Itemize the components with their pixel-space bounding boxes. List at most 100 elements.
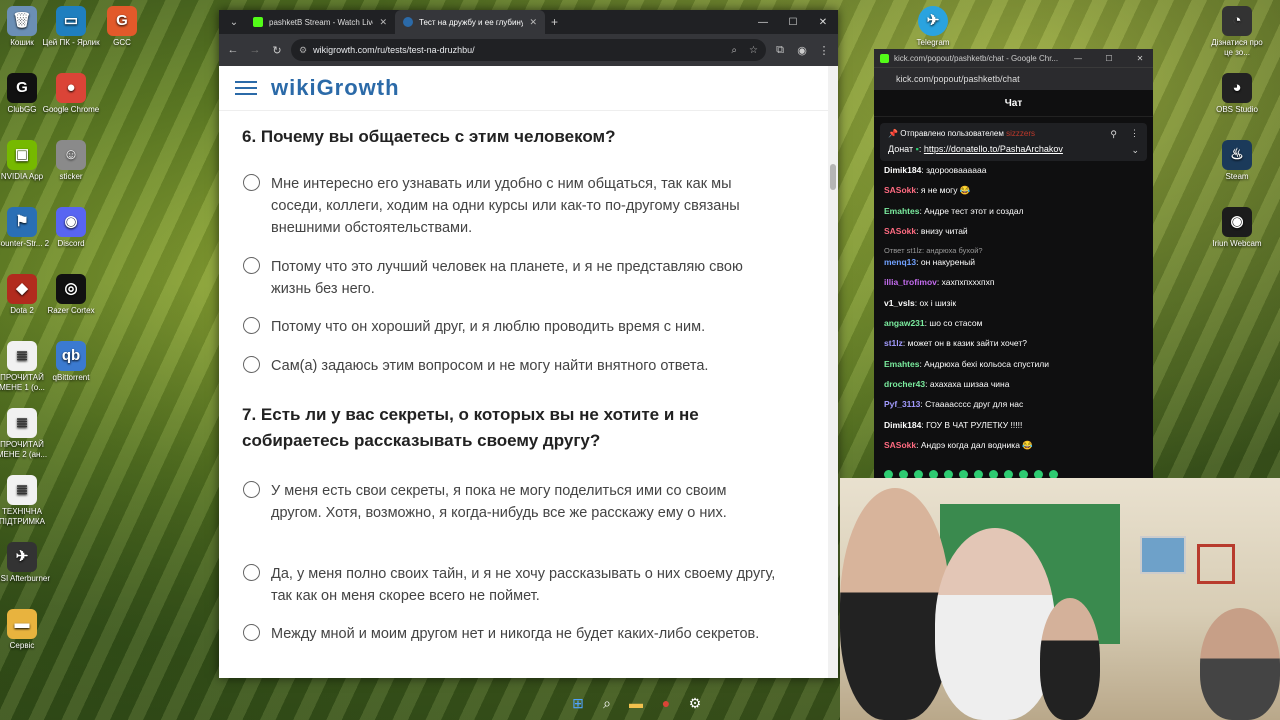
chat-username[interactable]: drocher43 xyxy=(884,379,925,389)
radio-button[interactable] xyxy=(243,564,260,581)
minimize-button[interactable]: — xyxy=(748,10,778,34)
chat-username[interactable]: st1lz xyxy=(884,338,903,348)
forward-button[interactable]: → xyxy=(247,44,263,56)
chat-username[interactable]: Dimik184 xyxy=(884,165,921,175)
app-icon: ≣ xyxy=(7,341,37,371)
chevron-down-icon[interactable]: ⌄ xyxy=(1131,145,1139,156)
zoom-icon[interactable]: ⌕ xyxy=(731,45,737,56)
person-back xyxy=(1040,598,1100,720)
desktop-icon[interactable]: ≣ ПРОЧИТАЙ МЕНЕ 2 (ан... xyxy=(0,408,52,460)
radio-button[interactable] xyxy=(243,481,260,498)
radio-button[interactable] xyxy=(243,174,260,191)
desktop-icon[interactable]: ≣ ТЕХНІЧНА ПІДТРИМКА xyxy=(0,475,52,527)
desktop-icon[interactable]: ● Google Chrome xyxy=(41,73,101,115)
menu-icon[interactable]: ⋮ xyxy=(816,44,832,57)
answer-option[interactable]: У меня есть свои секреты, я пока не могу… xyxy=(243,480,781,524)
desktop-icon[interactable]: ☺ sticker xyxy=(41,140,101,182)
page-scrollbar[interactable] xyxy=(828,66,838,678)
chat-address-bar[interactable]: kick.com/popout/pashketb/chat xyxy=(874,67,1153,90)
desktop-icon[interactable]: ◉ Discord xyxy=(41,207,101,249)
desktop-icon[interactable]: ◕ OBS Studio xyxy=(1207,73,1267,115)
radio-button[interactable] xyxy=(243,356,260,373)
chat-username[interactable]: Dimik184 xyxy=(884,420,921,430)
chat-username[interactable]: Emahtes xyxy=(884,206,919,216)
extensions-icon[interactable]: ⧉ xyxy=(772,44,788,57)
address-toolbar: ← → ↻ ⚙ wikigrowth.com/ru/tests/test-na-… xyxy=(219,34,838,66)
tab-friendship-test[interactable]: Тест на дружбу и ее глубину ✕ xyxy=(395,10,545,34)
close-window-button[interactable]: ✕ xyxy=(808,10,838,34)
radio-button[interactable] xyxy=(243,257,260,274)
chat-username[interactable]: Emahtes xyxy=(884,359,919,369)
chat-username[interactable]: illia_trofimov xyxy=(884,277,937,287)
app-taskbar-icon[interactable]: ⚙ xyxy=(684,692,706,714)
site-header: wikiGrowth xyxy=(219,66,828,111)
desktop-icon[interactable]: ◎ Razer Cortex xyxy=(41,274,101,316)
answer-option[interactable]: Потому что он хороший друг, и я люблю пр… xyxy=(243,316,781,338)
answer-option[interactable]: Да, у меня полно своих тайн, и я не хочу… xyxy=(243,563,781,607)
close-tab-icon[interactable]: ✕ xyxy=(379,17,387,28)
hamburger-menu-icon[interactable] xyxy=(235,77,257,99)
chat-window: kick.com/popout/pashketb/chat - Google C… xyxy=(874,49,1153,479)
answer-option[interactable]: Мне интересно его узнавать или удобно с … xyxy=(243,173,781,239)
gcc-desktop-icon[interactable]: G GCC xyxy=(92,6,152,48)
new-tab-button[interactable]: + xyxy=(551,15,558,29)
chat-username[interactable]: menq13 xyxy=(884,257,916,267)
tab-stream[interactable]: pashketB Stream - Watch Live o ✕ xyxy=(245,10,395,34)
desktop-icon[interactable]: ◉ Iriun Webcam xyxy=(1207,207,1267,249)
telegram-desktop-icon[interactable]: ✈ Telegram xyxy=(903,6,963,48)
desktop-icon[interactable]: qb qBittorrent xyxy=(41,341,101,383)
address-bar[interactable]: ⚙ wikigrowth.com/ru/tests/test-na-druzhb… xyxy=(291,39,766,61)
app-icon: ◕ xyxy=(1222,73,1252,103)
desktop-icon[interactable]: ✈MSI Afterburner xyxy=(0,542,52,584)
desktop-icon[interactable]: ♨ Steam xyxy=(1207,140,1267,182)
site-logo[interactable]: wikiGrowth xyxy=(271,75,400,101)
webcam-feed xyxy=(840,478,1280,720)
tab-search-button[interactable]: ⌄ xyxy=(223,13,245,31)
start-icon[interactable]: ⊞ xyxy=(567,692,589,714)
maximize-button[interactable]: ☐ xyxy=(778,10,808,34)
app-icon: ◆ xyxy=(7,274,37,304)
chat-username[interactable]: angaw231 xyxy=(884,318,925,328)
chat-message: angaw231: шо со стасом xyxy=(884,318,983,329)
search-icon[interactable]: ⌕ xyxy=(596,692,618,714)
answer-option[interactable]: Между мной и моим другом нет и никогда н… xyxy=(243,623,781,645)
desktop-icon[interactable]: ◔ Дізнатися про це зо... xyxy=(1207,6,1267,58)
web-page: wikiGrowth 6. Почему вы общаетесь с этим… xyxy=(219,66,828,678)
donation-link[interactable]: https://donatello.to/PashaArchakov xyxy=(924,144,1063,154)
app-icon: ⚑ xyxy=(7,207,37,237)
bookmark-star-icon[interactable]: ☆ xyxy=(749,45,758,56)
chat-message: SASokk: Андрэ когда дал водника 😂 xyxy=(884,439,1033,450)
pinned-message[interactable]: 📌 Отправлено пользователем sizzzers Дона… xyxy=(880,123,1147,161)
person-right xyxy=(1200,608,1280,720)
gcc-icon: G xyxy=(107,6,137,36)
minimize-button[interactable]: — xyxy=(1065,54,1091,63)
more-options-icon[interactable]: ⋮ xyxy=(1130,128,1139,139)
reload-button[interactable]: ↻ xyxy=(269,44,285,57)
app-icon: 🗑 xyxy=(7,6,37,36)
chat-username[interactable]: SASokk xyxy=(884,226,916,236)
app-icon: ▭ xyxy=(56,6,86,36)
browser-window: ⌄ pashketB Stream - Watch Live o ✕ Тест … xyxy=(219,10,838,678)
chat-username[interactable]: v1_vsls xyxy=(884,298,915,308)
desktop-icon[interactable]: ▬ Сервіс xyxy=(0,609,52,651)
app-icon: ● xyxy=(56,73,86,103)
close-tab-icon[interactable]: ✕ xyxy=(529,17,537,28)
chrome-taskbar-icon[interactable]: ● xyxy=(655,692,677,714)
site-info-icon[interactable]: ⚙ xyxy=(299,45,307,56)
profile-icon[interactable]: ◉ xyxy=(794,44,810,57)
answer-option[interactable]: Сам(а) задаюсь этим вопросом и не могу н… xyxy=(243,355,781,377)
close-window-button[interactable]: ✕ xyxy=(1127,54,1153,63)
chat-username[interactable]: SASokk xyxy=(884,440,916,450)
back-button[interactable]: ← xyxy=(225,44,241,56)
tab-strip: ⌄ pashketB Stream - Watch Live o ✕ Тест … xyxy=(219,10,838,34)
file-explorer-icon[interactable]: ▬ xyxy=(625,692,647,714)
maximize-button[interactable]: ☐ xyxy=(1096,54,1122,63)
answer-option[interactable]: Потому что это лучший человек на планете… xyxy=(243,256,781,300)
chat-header: Чат xyxy=(874,90,1153,117)
unpin-icon[interactable]: ⚲ xyxy=(1110,129,1117,140)
radio-button[interactable] xyxy=(243,624,260,641)
money-icon: ▪ xyxy=(915,144,919,154)
chat-username[interactable]: SASokk xyxy=(884,185,916,195)
chat-username[interactable]: Pyf_3113 xyxy=(884,399,920,409)
radio-button[interactable] xyxy=(243,317,260,334)
